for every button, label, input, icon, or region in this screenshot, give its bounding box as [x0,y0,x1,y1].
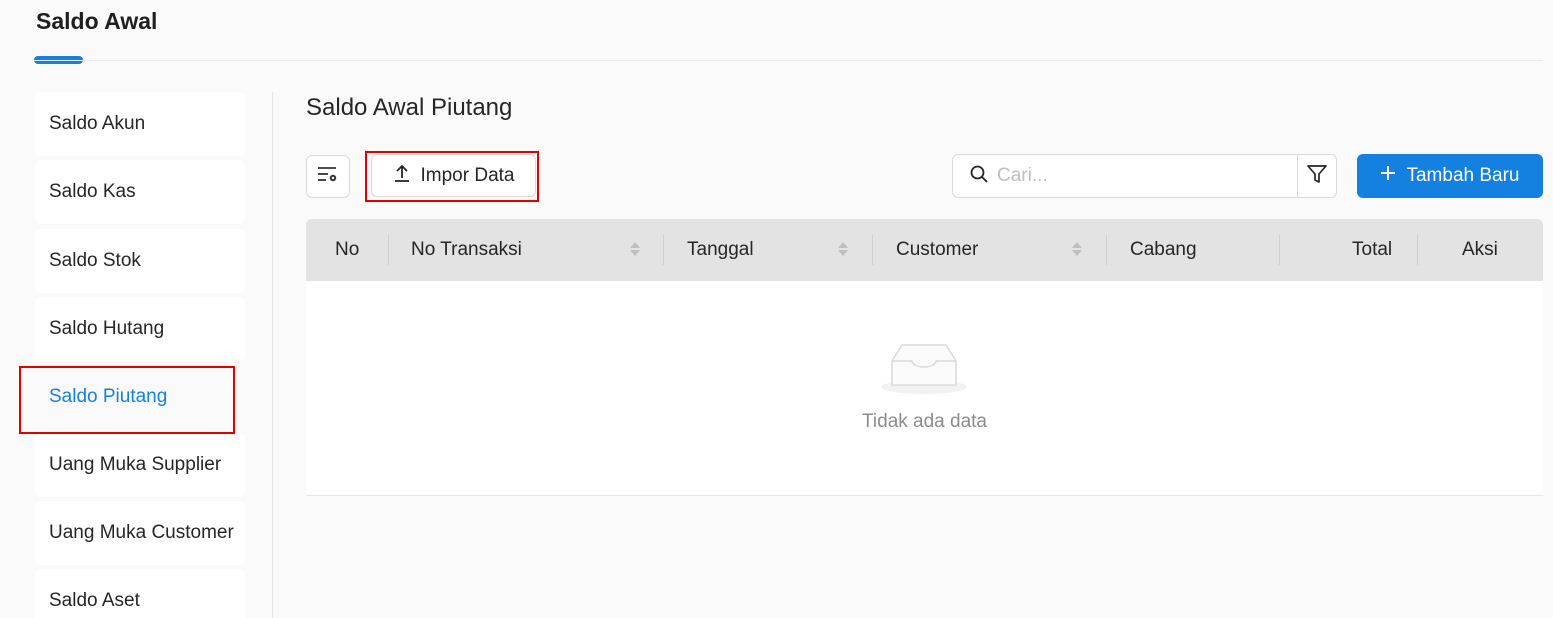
sidebar-item-label: Uang Muka Supplier [49,454,222,475]
column-header-no-transaksi: No Transaksi [411,239,522,260]
sidebar-item-saldo-piutang[interactable]: Saldo Piutang [35,365,245,429]
column-separator [1279,235,1280,265]
column-header-no: No [335,239,360,260]
sort-customer-icon[interactable] [1072,242,1082,256]
sidebar-item-label: Saldo Kas [49,181,136,202]
table-body: Tidak ada data [306,281,1543,496]
sidebar-item-uang-muka-customer[interactable]: Uang Muka Customer [35,501,245,565]
sidebar-divider [272,92,273,618]
sidebar-item-label: Saldo Akun [49,113,146,134]
add-new-label: Tambah Baru [1406,165,1520,186]
table-settings-icon [316,164,340,189]
upload-icon [393,163,411,189]
column-header-total: Total [1352,239,1393,260]
sidebar-item-saldo-aset[interactable]: Saldo Aset [35,569,245,618]
empty-inbox-icon [880,339,968,402]
sidebar-item-saldo-stok[interactable]: Saldo Stok [35,229,245,293]
column-separator [1417,235,1418,265]
sort-tanggal-icon[interactable] [838,242,848,256]
column-header-aksi: Aksi [1462,239,1498,260]
sidebar-item-label: Saldo Stok [49,250,141,271]
import-data-label: Impor Data [420,164,515,186]
table-settings-button[interactable] [306,155,350,198]
plus-icon [1380,165,1396,187]
column-separator [663,235,664,265]
sidebar-item-label: Saldo Piutang [49,386,168,407]
sidebar-item-label: Saldo Aset [49,590,140,611]
search-box[interactable] [952,154,1298,198]
filter-button[interactable] [1297,154,1337,198]
sidebar-item-saldo-akun[interactable]: Saldo Akun [35,92,245,156]
empty-state-text: Tidak ada data [862,411,987,432]
search-input[interactable] [997,165,1287,187]
sidebar-item-saldo-hutang[interactable]: Saldo Hutang [35,297,245,361]
column-header-tanggal: Tanggal [687,239,754,260]
sidebar-item-saldo-kas[interactable]: Saldo Kas [35,160,245,224]
column-header-customer: Customer [896,239,979,260]
column-separator [1106,235,1107,265]
filter-icon [1306,163,1328,190]
sidebar-item-label: Saldo Hutang [49,318,165,339]
search-icon [969,164,989,189]
import-data-button[interactable]: Impor Data [371,154,536,197]
sidebar-item-label: Uang Muka Customer [49,522,234,543]
section-title: Saldo Awal Piutang [306,94,513,121]
table-header: No No Transaksi Tanggal Customer Cabang … [306,219,1543,281]
sidebar-item-uang-muka-supplier[interactable]: Uang Muka Supplier [35,433,245,497]
column-header-cabang: Cabang [1130,239,1197,260]
column-separator [872,235,873,265]
add-new-button[interactable]: Tambah Baru [1357,154,1543,198]
page-title: Saldo Awal [36,8,158,34]
column-separator [388,235,389,265]
header-divider [34,60,1543,61]
sort-no-transaksi-icon[interactable] [630,242,640,256]
